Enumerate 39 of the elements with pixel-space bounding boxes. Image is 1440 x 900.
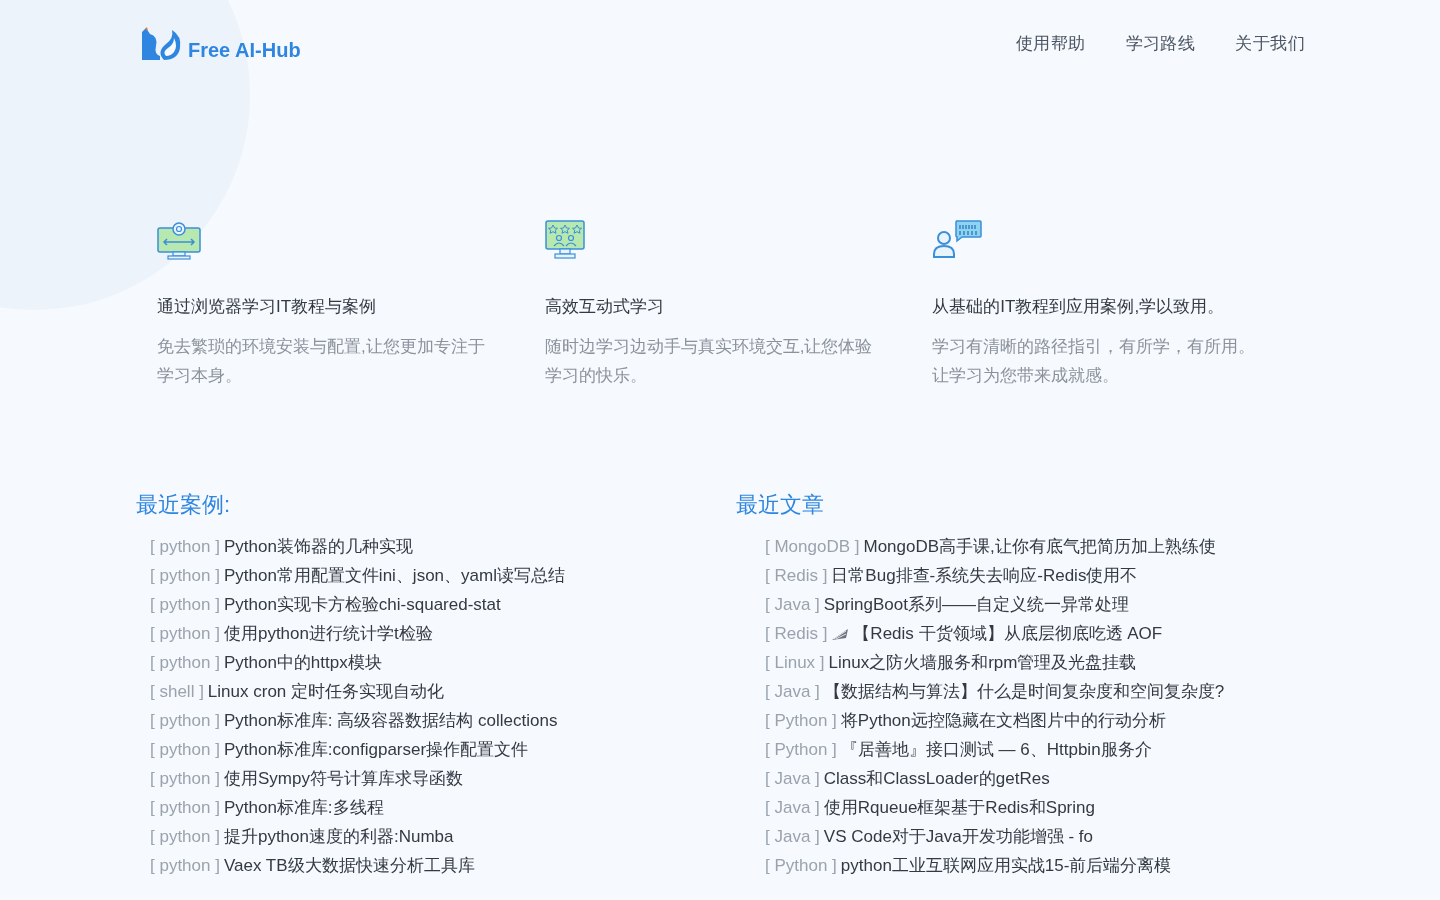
article-link[interactable]: 【数据结构与算法】什么是时间复杂度和空间复杂度? bbox=[823, 679, 1225, 705]
feature-description: 学习有清晰的路径指引，有所学，有所用。让学习为您带来成就感。 bbox=[932, 335, 1257, 387]
monitor-users-icon bbox=[544, 220, 585, 260]
article-link[interactable]: python工业互联网应用实战15-前后端分离模 bbox=[840, 853, 1172, 879]
nav-link[interactable]: 使用帮助 bbox=[1015, 31, 1086, 57]
article-link[interactable]: Python中的httpx模块 bbox=[223, 650, 382, 676]
nav-link[interactable]: 学习路线 bbox=[1125, 31, 1196, 57]
article-link[interactable]: 【Redis 干货领域】从底层彻底吃透 AOF bbox=[853, 621, 1163, 647]
monitor-gear-icon bbox=[157, 220, 201, 260]
article-link[interactable]: Python标准库: 高级容器数据结构 collections bbox=[223, 708, 558, 734]
section-heading: 最近文章 bbox=[736, 490, 825, 519]
article-link[interactable]: 使用python进行统计学t检验 bbox=[223, 621, 433, 647]
nav-link[interactable]: 关于我们 bbox=[1235, 31, 1305, 57]
article-link[interactable]: 将Python远控隐藏在文档图片中的行动分析 bbox=[840, 708, 1166, 734]
section-heading: 最近案例: bbox=[136, 490, 232, 519]
article-link[interactable]: Python标准库:多线程 bbox=[223, 795, 384, 821]
user-chat-icon bbox=[932, 220, 983, 258]
article-link[interactable]: Python标准库:configparser操作配置文件 bbox=[223, 737, 529, 763]
article-link[interactable]: Python实现卡方检验chi-squared-stat bbox=[223, 592, 501, 618]
article-link[interactable]: 使用Rqueue框架基于Redis和Spring bbox=[823, 795, 1095, 821]
article-link[interactable]: SpringBoot系列——自定义统一异常处理 bbox=[823, 592, 1129, 618]
article-link[interactable]: 提升python速度的利器:Numba bbox=[223, 824, 454, 850]
article-link[interactable]: Class和ClassLoader的getRes bbox=[823, 766, 1050, 792]
article-link[interactable]: Vaex TB级大数据快速分析工具库 bbox=[223, 853, 475, 879]
feature-title: 从基础的IT教程到应用案例,学以致用。 bbox=[932, 296, 1226, 318]
article-link[interactable]: Python装饰器的几种实现 bbox=[223, 534, 413, 560]
feature-title: 通过浏览器学习IT教程与案例 bbox=[157, 296, 378, 318]
feature-title: 高效互动式学习 bbox=[544, 296, 665, 318]
article-link[interactable]: 『居善地』接口测试 — 6、Httpbin服务介 bbox=[840, 737, 1152, 763]
article-link[interactable]: Linux cron 定时任务实现自动化 bbox=[207, 679, 445, 705]
article-link[interactable]: Python常用配置文件ini、json、yaml读写总结 bbox=[223, 563, 565, 589]
feature-description: 免去繁琐的环境安装与配置,让您更加专注于学习本身。 bbox=[157, 335, 486, 387]
article-link[interactable]: MongoDB高手课,让你有底气把简历加上熟练使 bbox=[863, 534, 1216, 560]
article-link[interactable]: VS Code对于Java开发功能增强 - fo bbox=[823, 824, 1094, 850]
logo-text: Free AI-Hub bbox=[188, 40, 301, 60]
feature-description: 随时边学习边动手与真实环境交互,让您体验学习的快乐。 bbox=[544, 335, 874, 387]
article-link[interactable]: Linux之防火墙服务和rpm管理及光盘挂载 bbox=[828, 650, 1137, 676]
article-link[interactable]: 日常Bug排查-系统失去响应-Redis使用不 bbox=[831, 563, 1138, 589]
article-link[interactable]: 使用Sympy符号计算库求导函数 bbox=[223, 766, 463, 792]
